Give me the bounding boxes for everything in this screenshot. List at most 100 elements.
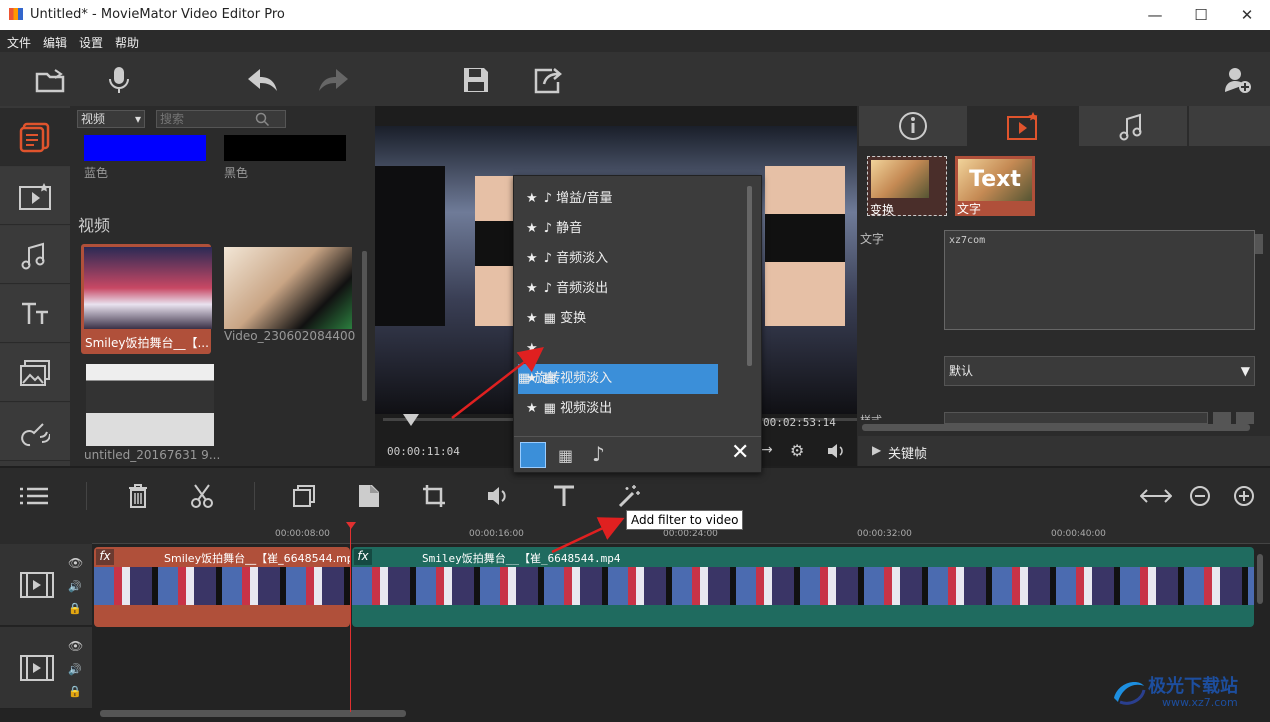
menu-icon[interactable] xyxy=(18,480,50,512)
undo-icon[interactable] xyxy=(245,62,281,98)
menu-settings[interactable]: 设置 xyxy=(79,34,103,51)
fx-badge[interactable]: fx xyxy=(96,549,114,565)
tracks-v-scrollbar[interactable] xyxy=(1257,554,1263,604)
audio-filters-tab-icon[interactable]: ♪ xyxy=(592,442,605,466)
volume-icon[interactable] xyxy=(827,444,845,458)
filter-thumbnail xyxy=(871,160,929,198)
menu-item[interactable]: ★ ♪ 静音 xyxy=(518,214,742,244)
menu-item[interactable]: ★ ▦ 变换 xyxy=(518,304,742,334)
maximize-button[interactable]: ☐ xyxy=(1178,0,1224,30)
timeline-playhead[interactable] xyxy=(350,522,351,712)
props-scrollbar[interactable] xyxy=(862,424,1250,431)
timeline-clip[interactable]: fx Smiley饭拍舞台__【崔_6648544.mp4 xyxy=(352,547,1254,627)
close-button[interactable]: ✕ xyxy=(1224,0,1270,30)
menu-item[interactable]: ★ ▦ 旋转 xyxy=(518,334,742,394)
playhead-handle[interactable] xyxy=(403,414,419,426)
menu-scrollbar[interactable] xyxy=(747,186,752,366)
cut-icon[interactable] xyxy=(186,480,218,512)
all-filters-tab[interactable] xyxy=(520,442,546,468)
next-frame-icon[interactable]: → xyxy=(761,442,773,458)
menu-item[interactable]: ★ ♪ 音频淡出 xyxy=(518,274,742,304)
tab-info[interactable] xyxy=(859,106,967,146)
menu-item[interactable]: ★ ▦ 视频淡入 xyxy=(518,364,742,394)
images-icon[interactable] xyxy=(0,344,70,402)
timeline-clip[interactable]: fx Smiley饭拍舞台__【崔_6648544.mp4 xyxy=(94,547,350,627)
visibility-icon[interactable]: 👁 xyxy=(68,639,83,653)
mute-icon[interactable]: 🔊 xyxy=(68,663,82,676)
tab-audio-filters[interactable] xyxy=(1079,106,1187,146)
style-select[interactable] xyxy=(944,412,1208,424)
playhead-marker[interactable] xyxy=(346,522,356,529)
paste-icon[interactable] xyxy=(353,480,385,512)
export-icon[interactable] xyxy=(530,62,566,98)
copy-icon[interactable] xyxy=(288,480,320,512)
color-swatch-black[interactable] xyxy=(224,135,346,161)
menu-file[interactable]: 文件 xyxy=(7,34,31,51)
media-scrollbar[interactable] xyxy=(362,251,367,401)
fx-badge[interactable]: fx xyxy=(354,549,372,565)
tracks-h-scrollbar[interactable] xyxy=(100,710,406,717)
add-user-icon[interactable] xyxy=(1220,62,1256,98)
volume-icon[interactable] xyxy=(483,480,515,512)
color-swatch-blue[interactable] xyxy=(84,135,206,161)
film-icon: ▦ xyxy=(543,371,561,386)
info-icon xyxy=(899,112,927,140)
fit-timeline-icon[interactable] xyxy=(1140,480,1172,512)
text-icon[interactable] xyxy=(548,480,580,512)
menu-item[interactable]: ★ ▦ 视频淡出 xyxy=(518,394,742,424)
lock-icon[interactable]: 🔒 xyxy=(68,602,82,615)
tab-empty[interactable] xyxy=(1189,106,1270,146)
toolbar-divider xyxy=(86,482,87,510)
audio-filters-icon[interactable] xyxy=(0,226,70,284)
save-icon[interactable] xyxy=(458,62,494,98)
video-filters-icon[interactable] xyxy=(0,167,70,225)
visibility-icon[interactable]: 👁 xyxy=(68,556,83,570)
mute-icon[interactable]: 🔊 xyxy=(68,580,82,593)
lock-icon[interactable]: 🔒 xyxy=(68,685,82,698)
sound-effects-icon[interactable] xyxy=(0,403,70,461)
film-icon: ▦ xyxy=(543,401,561,416)
gear-icon[interactable]: ⚙ xyxy=(790,441,804,460)
clip-label: Smiley饭拍舞台__【崔_6648544.mp4 xyxy=(164,552,350,565)
media-item[interactable]: Smiley饭拍舞台__【... xyxy=(81,244,212,354)
media-filter-select[interactable]: 视频 ▾ xyxy=(77,110,145,128)
zoom-out-icon[interactable] xyxy=(1184,480,1216,512)
video-thumbnail[interactable] xyxy=(86,364,214,446)
music-note-icon: ♪ xyxy=(543,251,557,266)
star-icon: ★ xyxy=(526,281,538,296)
add-style-button[interactable] xyxy=(1213,412,1231,424)
crop-icon[interactable] xyxy=(418,480,450,512)
close-menu-icon[interactable]: ✕ xyxy=(731,440,749,465)
menu-item[interactable]: ★ ♪ 增益/音量 xyxy=(518,184,742,214)
filter-chip[interactable]: 变换 xyxy=(867,156,947,217)
text-field[interactable]: xz7com xyxy=(944,230,1255,330)
film-icon: ▦ xyxy=(543,311,561,326)
menu-edit[interactable]: 编辑 xyxy=(43,34,67,51)
props-v-scrollbar[interactable] xyxy=(1255,234,1263,254)
menu-bar: 文件 编辑 设置 帮助 xyxy=(0,30,1270,52)
open-folder-icon[interactable] xyxy=(32,62,68,98)
remove-style-button[interactable] xyxy=(1236,412,1254,424)
tab-video-filters[interactable] xyxy=(969,106,1077,146)
microphone-icon[interactable] xyxy=(101,62,137,98)
chevron-down-icon: ▾ xyxy=(134,112,141,126)
redo-icon[interactable] xyxy=(315,62,351,98)
menu-item[interactable]: ★ ♪ 音频淡入 xyxy=(518,244,742,274)
delete-icon[interactable] xyxy=(122,480,154,512)
video-filters-tab-icon[interactable]: ▦ xyxy=(558,446,573,465)
timeline-tracks: 👁 🔊 🔒 👁 🔊 🔒 fx Smiley饭拍舞台__【崔_6648544.mp… xyxy=(0,544,1270,722)
menu-help[interactable]: 帮助 xyxy=(115,34,139,51)
video-thumbnail[interactable] xyxy=(224,247,352,329)
media-panel: 视频 ▾ 蓝色 黑色 视频 Smiley饭拍舞台__【... Video_2306… xyxy=(72,106,372,466)
minimize-button[interactable]: — xyxy=(1132,0,1178,30)
media-item-label: Video_230602084400 xyxy=(224,329,356,343)
filter-chip[interactable]: Text 文字 xyxy=(955,156,1035,216)
filter-label: 文字 xyxy=(957,202,982,216)
keyframes-bar[interactable]: ▶ 关键帧 xyxy=(858,436,1270,466)
zoom-in-icon[interactable] xyxy=(1228,480,1260,512)
text-icon[interactable] xyxy=(0,285,70,343)
media-library-icon[interactable] xyxy=(0,108,70,166)
clip-frames xyxy=(352,567,1254,605)
font-select[interactable]: 默认 ▼ xyxy=(944,356,1255,386)
add-filter-icon[interactable] xyxy=(613,480,645,512)
